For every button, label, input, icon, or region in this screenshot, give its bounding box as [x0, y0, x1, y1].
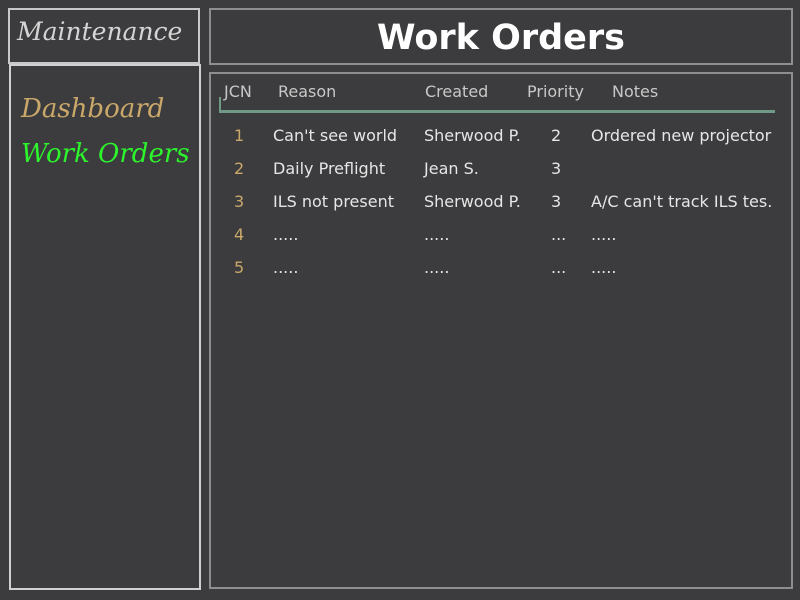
cell-notes: Ordered new projector [591, 126, 772, 145]
cell-priority: 2 [551, 126, 562, 145]
cell-priority: 3 [551, 159, 562, 178]
cell-created: Sherwood P. [424, 192, 521, 211]
sidebar-item-work-orders[interactable]: Work Orders [21, 139, 190, 169]
cell-reason: ILS not present [273, 192, 394, 211]
cell-priority: ... [551, 258, 567, 277]
cell-jcn: 2 [234, 159, 245, 178]
cell-reason: ..... [273, 258, 299, 277]
sidebar-item-dashboard[interactable]: Dashboard [21, 94, 164, 124]
header-divider [219, 97, 775, 113]
app-title: Maintenance [17, 17, 183, 46]
cell-created: Jean S. [424, 159, 479, 178]
cell-reason: Can't see world [273, 126, 398, 145]
cell-created: ..... [424, 258, 450, 277]
page-header: Work Orders [209, 8, 793, 65]
cell-created: Sherwood P. [424, 126, 521, 145]
work-orders-table: JCN Reason Created Priority Notes 1 Can'… [209, 72, 793, 589]
cell-priority: ... [551, 225, 567, 244]
cell-notes: A/C can't track ILS tes. [591, 192, 773, 211]
cell-reason: ..... [273, 225, 299, 244]
table-row[interactable]: 1 Can't see world Sherwood P. 2 Ordered … [211, 126, 791, 154]
cell-priority: 3 [551, 192, 562, 211]
table-row[interactable]: 3 ILS not present Sherwood P. 3 A/C can'… [211, 192, 791, 220]
page-title: Work Orders [376, 18, 626, 58]
table-row[interactable]: 2 Daily Preflight Jean S. 3 [211, 159, 791, 187]
cell-reason: Daily Preflight [273, 159, 386, 178]
cell-jcn: 3 [234, 192, 245, 211]
sidebar: Dashboard Work Orders [9, 64, 201, 590]
cell-jcn: 5 [234, 258, 245, 277]
table-row[interactable]: 4 ..... ..... ... ..... [211, 225, 791, 253]
cell-created: ..... [424, 225, 450, 244]
table-row[interactable]: 5 ..... ..... ... ..... [211, 258, 791, 286]
cell-jcn: 1 [234, 126, 245, 145]
cell-jcn: 4 [234, 225, 245, 244]
cell-notes: ..... [591, 258, 617, 277]
brand-box: Maintenance [8, 8, 200, 64]
cell-notes: ..... [591, 225, 617, 244]
